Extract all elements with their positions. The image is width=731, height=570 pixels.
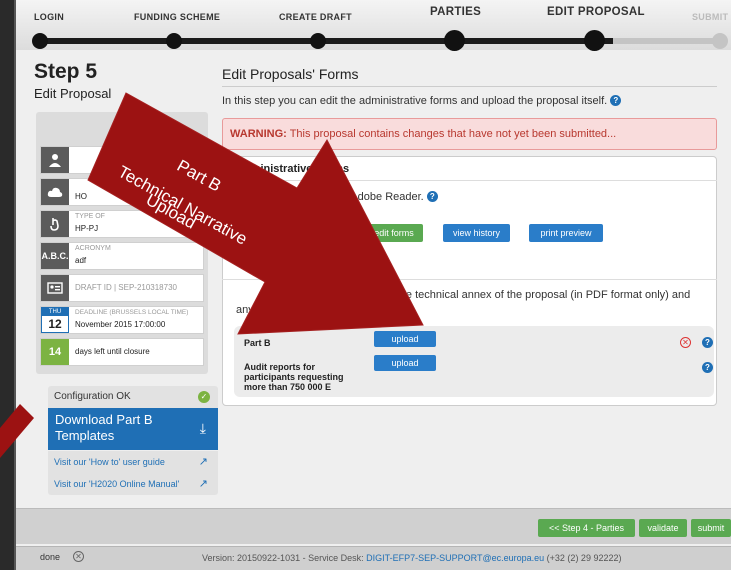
info-row-ho: HO xyxy=(40,178,204,206)
deadline-label: DEADLINE (Brussels Local Time) xyxy=(75,309,189,316)
upload-row-label: Audit reports for participants requestin… xyxy=(244,362,344,392)
intro-label: In this step you can edit the administra… xyxy=(222,95,608,107)
admin-forms-label: it will open the forms in Adobe Reader. xyxy=(236,191,424,203)
admin-forms-title: Administrative Forms xyxy=(236,163,350,175)
upload-audit-button[interactable]: upload xyxy=(374,355,436,371)
cloud-icon xyxy=(41,179,69,205)
type-value: HP-PJ xyxy=(75,224,99,233)
config-status-label: Configuration OK xyxy=(54,391,131,402)
download-templates-label: Download Part B Templates xyxy=(55,412,153,443)
manual-link-label: Visit our 'H2020 Online Manual' xyxy=(54,479,180,489)
step-dot-funding xyxy=(166,33,182,49)
intro-text: In this step you can edit the administra… xyxy=(222,95,622,107)
download-templates-button[interactable]: Download Part B Templates ⤓ xyxy=(48,408,218,450)
abc-icon: A.B.C. xyxy=(41,243,69,269)
view-history-button[interactable]: view history xyxy=(443,224,510,242)
action-bar: << Step 4 - Parties validate submit xyxy=(16,508,731,544)
admin-forms-text: it will open the forms in Adobe Reader. … xyxy=(236,191,438,203)
upload-section-title: s xyxy=(236,262,342,274)
progress-bar-todo xyxy=(613,38,727,44)
howto-link-label: Visit our 'How to' user guide xyxy=(54,457,165,467)
deadline-day: 12 xyxy=(48,317,62,331)
delete-icon[interactable]: ✕ xyxy=(680,337,691,348)
info-row-deadline: THU 12 DEADLINE (Brussels Local Time) No… xyxy=(40,306,204,334)
step-dot-login xyxy=(32,33,48,49)
help-icon[interactable]: ? xyxy=(702,362,713,373)
external-link-icon: ↗ xyxy=(198,456,208,468)
type-label: TYPE OF xyxy=(75,213,105,220)
info-row-coordinator xyxy=(40,146,204,174)
warning-banner: WARNING: This proposal contains changes … xyxy=(222,118,717,150)
check-icon: ✓ xyxy=(198,391,210,403)
submit-button[interactable]: submit xyxy=(691,519,731,537)
days-left-text: days left until closure xyxy=(75,347,150,356)
divider xyxy=(222,279,717,280)
step-parties[interactable]: PARTIES xyxy=(430,6,481,18)
upload-text-line2a: any xyxy=(236,304,254,316)
acronym-label: ACRONYM xyxy=(75,245,111,252)
phone-text: (+32 (2) 29 92222) xyxy=(546,553,622,563)
external-link-icon: ↗ xyxy=(198,478,208,490)
info-row-acronym: A.B.C. ACRONYM adf xyxy=(40,242,204,270)
upload-text-line1: ny upload the technical annex of the pro… xyxy=(346,289,691,301)
proposal-info-panel: 5 HO TYPE OF HP-PJ A.B.C. ACRONYM adf DR… xyxy=(36,112,208,374)
back-step-button[interactable]: << Step 4 - Parties xyxy=(538,519,635,537)
step-submit: SUBMIT xyxy=(692,12,729,22)
online-manual-link[interactable]: Visit our 'H2020 Online Manual' ↗ xyxy=(48,473,218,495)
id-card-icon xyxy=(41,275,69,301)
acronym-value: adf xyxy=(75,256,87,265)
days-left-count: 14 xyxy=(41,339,69,365)
person-icon xyxy=(41,147,69,173)
configuration-status: Configuration OK ✓ xyxy=(48,386,218,408)
help-icon[interactable]: ? xyxy=(610,95,622,106)
hand-icon xyxy=(41,211,69,237)
step-create-draft[interactable]: CREATE DRAFT xyxy=(279,12,352,22)
download-icon: ⤓ xyxy=(199,420,206,436)
info-row-days-left: 14 days left until closure xyxy=(40,338,204,366)
page-title: Edit Proposals' Forms xyxy=(222,66,359,82)
ho-fragment: HO xyxy=(75,192,87,201)
close-icon[interactable]: ✕ xyxy=(73,551,84,562)
help-icon[interactable]: ? xyxy=(396,304,408,315)
step-edit-proposal[interactable]: EDIT PROPOSAL xyxy=(547,6,645,18)
draft-id: DRAFT ID | SEP-210318730 xyxy=(75,283,177,292)
upload-text: ny upload the technical annex of the pro… xyxy=(236,288,714,318)
warning-text: This proposal contains changes that have… xyxy=(289,128,617,140)
validate-button[interactable]: validate xyxy=(639,519,687,537)
help-icon[interactable]: ? xyxy=(702,337,713,348)
upload-title-fragment: s xyxy=(336,262,343,274)
info-row-draft-id: DRAFT ID | SEP-210318730 xyxy=(40,274,204,302)
deadline-dow: THU xyxy=(42,308,68,316)
howto-guide-link[interactable]: Visit our 'How to' user guide ↗ xyxy=(48,451,218,473)
step-dot-draft xyxy=(310,33,326,49)
print-preview-button[interactable]: print preview xyxy=(529,224,603,242)
step-login[interactable]: LOGIN xyxy=(34,12,64,22)
wizard-progress: LOGIN FUNDING SCHEME CREATE DRAFT PARTIE… xyxy=(16,0,731,51)
step-dot-edit xyxy=(584,30,605,51)
edit-forms-button[interactable]: edit forms xyxy=(365,224,423,242)
calendar-icon: THU 12 xyxy=(41,307,69,333)
step-funding-scheme[interactable]: FUNDING SCHEME xyxy=(134,12,220,22)
panel-header: 5 xyxy=(156,124,163,136)
app-frame: LOGIN FUNDING SCHEME CREATE DRAFT PARTIE… xyxy=(14,0,731,570)
service-desk-link[interactable]: DIGIT-EFP7-SEP-SUPPORT@ec.europa.eu xyxy=(366,553,544,563)
version-info: Version: 20150922-1031 - Service Desk: D… xyxy=(202,553,621,563)
help-icon[interactable]: ? xyxy=(426,191,438,202)
step-dot-parties xyxy=(444,30,465,51)
step-title: Step 5 xyxy=(34,60,98,83)
divider xyxy=(222,180,717,181)
upload-part-b-button[interactable]: upload xyxy=(374,331,436,347)
status-bar: done ✕ Version: 20150922-1031 - Service … xyxy=(16,546,731,570)
upload-text-line2b: ttachments. xyxy=(336,304,394,316)
version-text: Version: 20150922-1031 - Service Desk: xyxy=(202,553,364,563)
warning-label: WARNING: xyxy=(230,128,287,140)
step-dot-submit xyxy=(712,33,728,49)
done-label: done xyxy=(40,552,61,562)
upload-row-label: Part B xyxy=(244,338,271,348)
info-row-type: TYPE OF HP-PJ xyxy=(40,210,204,238)
deadline-value: November 2015 17:00:00 xyxy=(75,320,166,329)
divider xyxy=(222,86,717,87)
step-subtitle: Edit Proposal xyxy=(34,86,112,101)
